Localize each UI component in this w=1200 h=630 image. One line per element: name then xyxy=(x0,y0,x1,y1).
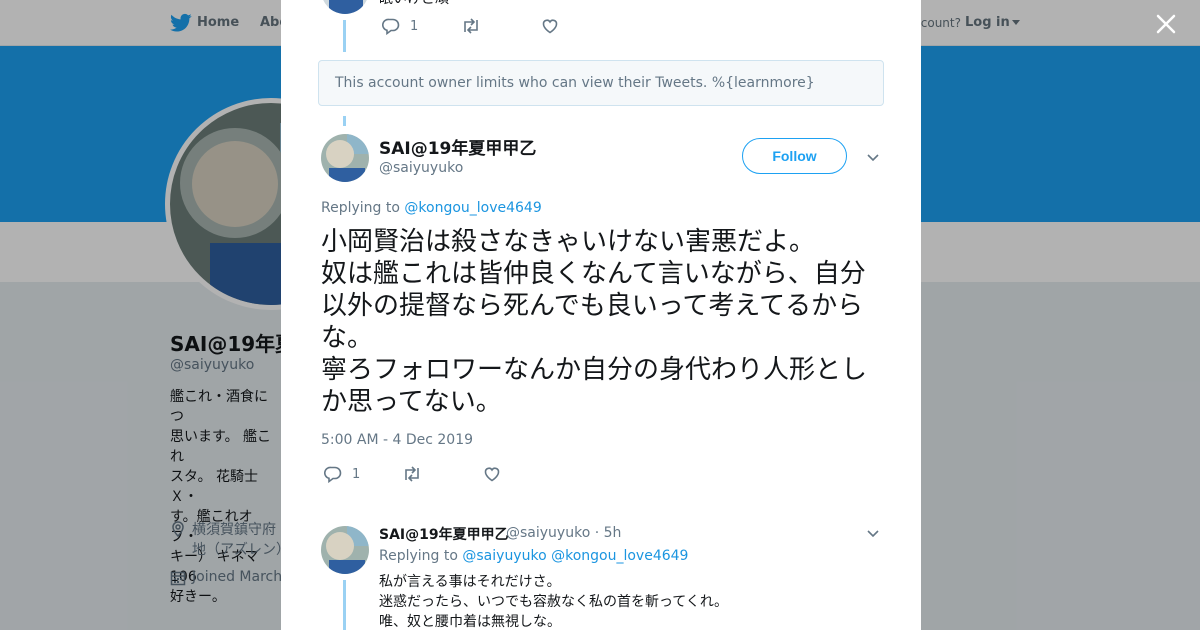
like-button[interactable] xyxy=(541,17,559,35)
replying-prefix: Replying to xyxy=(321,200,400,216)
mention-link[interactable]: @kongou_love4649 xyxy=(551,548,688,564)
chevron-down-icon[interactable] xyxy=(865,149,881,165)
retweet-button[interactable] xyxy=(461,17,481,35)
previous-tweet-text: 眠いけど頑 xyxy=(379,0,449,8)
thread-line xyxy=(343,20,346,52)
reply-icon xyxy=(382,18,400,35)
main-reply-count: 1 xyxy=(352,466,361,482)
reply-tweet-text: 私が言える事はそれだけさ。 迷惑だったら、いつでも容赦なく私の首を斬ってくれ。 … xyxy=(379,574,729,630)
thread-line xyxy=(343,580,346,630)
main-reply-button[interactable]: 1 xyxy=(324,465,360,483)
reply-tweet-author-name[interactable]: SAI@19年夏甲甲乙 xyxy=(379,524,509,544)
reply-button[interactable]: 1 xyxy=(382,17,418,35)
chevron-down-icon[interactable] xyxy=(865,525,881,541)
close-icon[interactable] xyxy=(1152,10,1180,38)
main-tweet-avatar[interactable] xyxy=(321,134,369,182)
main-like-button[interactable] xyxy=(483,465,501,483)
main-tweet-author-handle[interactable]: @saiyuyuko xyxy=(379,160,463,176)
main-tweet-author-name[interactable]: SAI@19年夏甲甲乙 xyxy=(379,134,536,159)
main-tweet-replying-to: Replying to @kongou_love4649 xyxy=(321,200,542,216)
follow-button[interactable]: Follow xyxy=(742,138,847,174)
like-icon xyxy=(542,19,558,34)
mention-link[interactable]: @saiyuyuko xyxy=(462,548,546,564)
main-tweet-text: 小岡賢治は殺さなきゃいけない害悪だよ。 奴は艦これは皆仲良くなんて言いながら、自… xyxy=(321,227,868,417)
reply-icon xyxy=(324,466,342,483)
reply-count: 1 xyxy=(410,18,419,34)
retweet-icon xyxy=(464,18,478,34)
previous-tweet-avatar[interactable] xyxy=(321,0,369,14)
replying-prefix: Replying to xyxy=(379,548,458,564)
main-retweet-button[interactable] xyxy=(402,465,422,483)
reply-tweet-avatar[interactable] xyxy=(321,526,369,574)
retweet-icon xyxy=(405,466,419,482)
mention-link[interactable]: @kongou_love4649 xyxy=(404,200,541,216)
tweet-modal: 眠いけど頑 1 This account owner limits who ca… xyxy=(281,0,921,630)
like-icon xyxy=(484,467,500,482)
thread-line xyxy=(343,116,346,126)
main-tweet-timestamp[interactable]: 5:00 AM - 4 Dec 2019 xyxy=(321,432,473,448)
protected-account-notice: This account owner limits who can view t… xyxy=(318,60,884,106)
reply-tweet-handle-time[interactable]: @saiyuyuko · 5h xyxy=(506,525,621,541)
reply-tweet-replying-to: Replying to @saiyuyuko @kongou_love4649 xyxy=(379,548,688,564)
